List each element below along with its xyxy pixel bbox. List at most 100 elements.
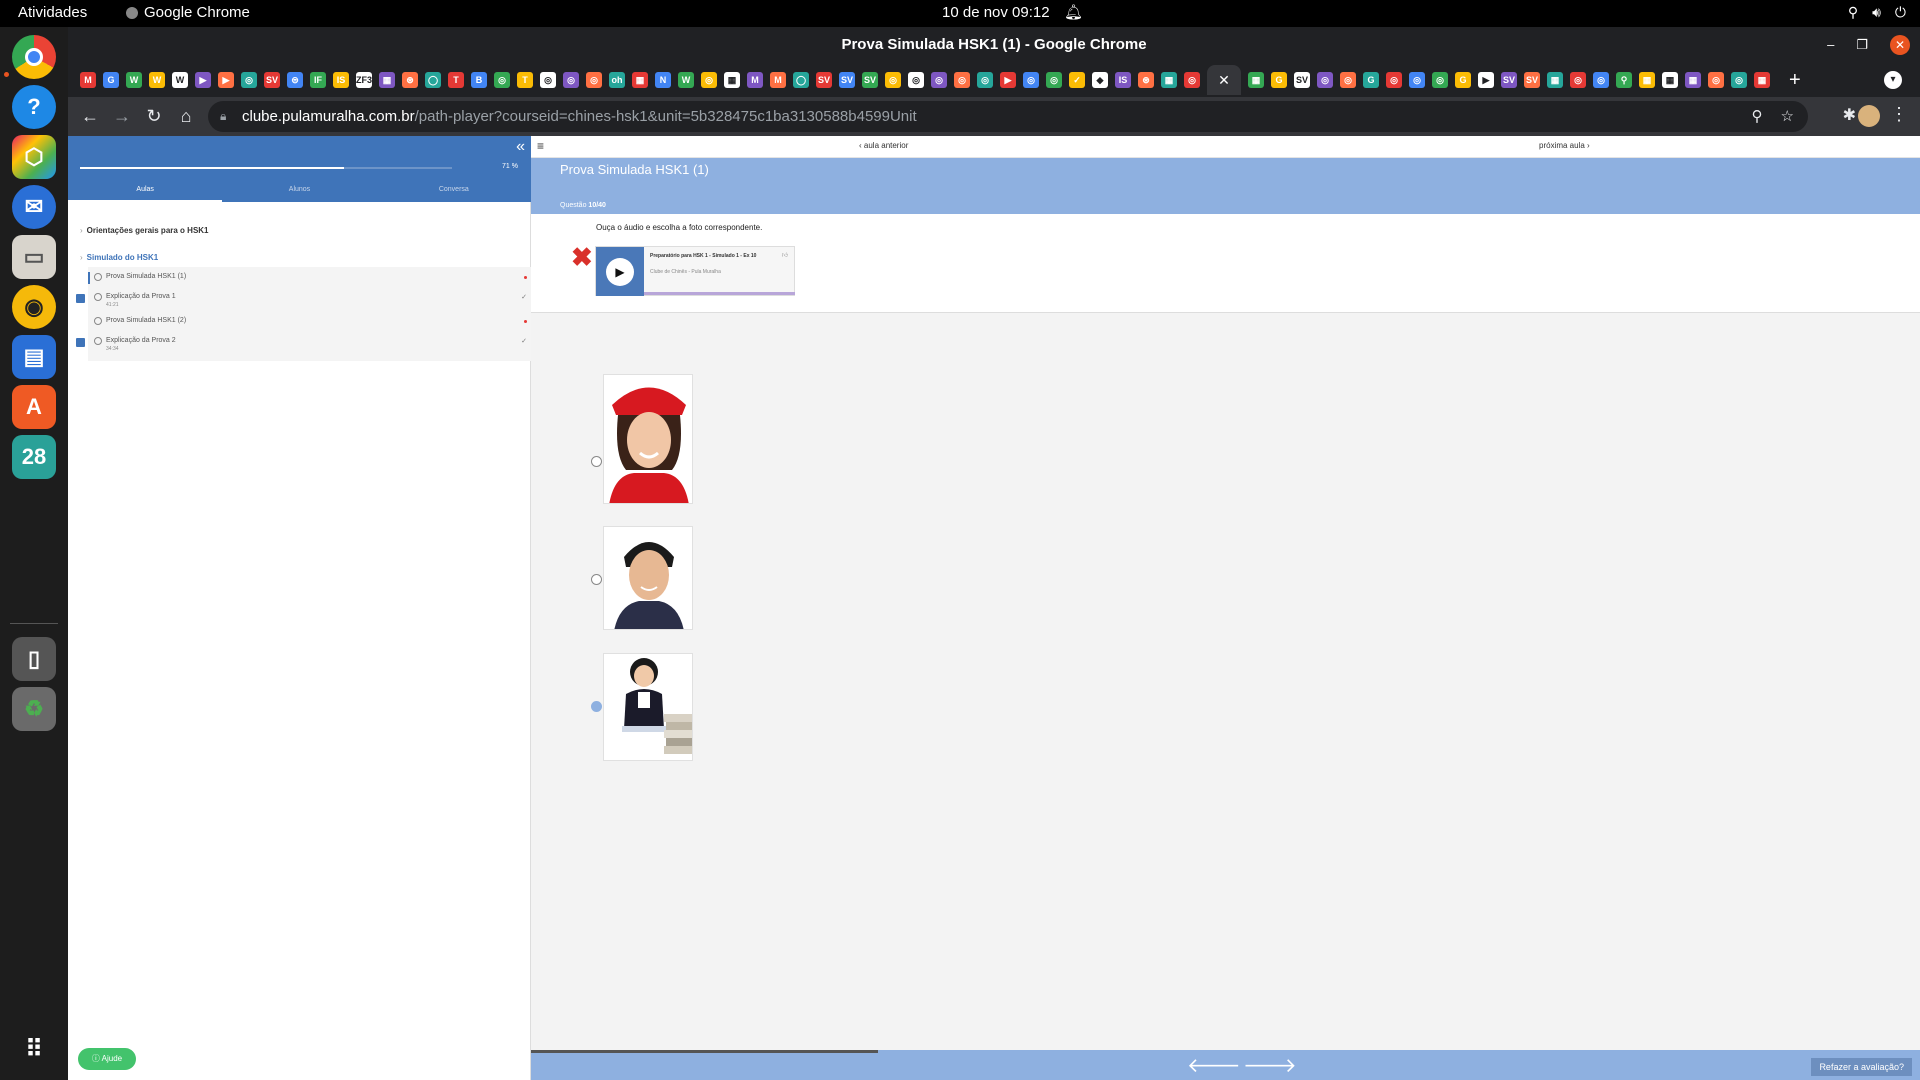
tab-favicon[interactable]: ◯ (793, 72, 809, 88)
tab-favicon[interactable]: ▶ (1000, 72, 1016, 88)
tab-favicon[interactable]: IS (1115, 72, 1131, 88)
tab-favicon[interactable]: ▶ (1478, 72, 1494, 88)
tab-favicon[interactable]: ▦ (1248, 72, 1264, 88)
play-icon[interactable]: ▶ (606, 258, 634, 286)
tab-favicon[interactable]: oh (609, 72, 625, 88)
tab-search-icon[interactable]: ▾ (1884, 71, 1902, 89)
tab-favicon[interactable]: ◎ (1409, 72, 1425, 88)
tab-favicon[interactable]: B (471, 72, 487, 88)
tab-alunos[interactable]: Alunos (222, 182, 376, 202)
tab-favicon[interactable]: IF (310, 72, 326, 88)
home-icon[interactable]: ⌂ (170, 106, 202, 127)
audio-subtitle[interactable]: Clube de Chinês - Pula Muralha (650, 269, 721, 275)
tab-favicon[interactable]: ▦ (632, 72, 648, 88)
tab-favicon[interactable]: ◎ (1708, 72, 1724, 88)
show-apps-icon[interactable]: ⠿ (12, 1027, 56, 1071)
tab-favicon[interactable]: ◎ (563, 72, 579, 88)
removable-drive-icon[interactable]: ▯ (12, 637, 56, 681)
tab-favicon[interactable]: ◎ (954, 72, 970, 88)
tab-favicon[interactable]: ◎ (1340, 72, 1356, 88)
lesson-item[interactable]: Explicação da Prova 2 34:34 ✓ (76, 336, 531, 356)
tab-favicon[interactable]: ◎ (586, 72, 602, 88)
back-icon[interactable]: ← (74, 106, 106, 127)
tab-favicon[interactable]: SV (862, 72, 878, 88)
tab-favicon[interactable]: IS (333, 72, 349, 88)
tab-favicon[interactable]: ▦ (724, 72, 740, 88)
zoom-icon[interactable]: ⚲ (1752, 101, 1763, 132)
minimize-button[interactable]: – (1827, 27, 1834, 63)
tab-favicon[interactable]: ◎ (1731, 72, 1747, 88)
reload-icon[interactable]: ↻ (138, 106, 170, 127)
completed-checkbox[interactable] (76, 338, 85, 347)
tab-favicon[interactable]: ▦ (379, 72, 395, 88)
section-orientacoes[interactable]: › Orientações gerais para o HSK1 (80, 226, 209, 235)
arrow-left-icon[interactable]: 🡐 (1187, 1053, 1241, 1078)
tab-favicon[interactable]: ◎ (701, 72, 717, 88)
option-radio[interactable] (591, 574, 602, 585)
tab-favicon[interactable]: ▦ (1662, 72, 1678, 88)
tab-favicon[interactable]: ◆ (1092, 72, 1108, 88)
tab-favicon[interactable]: M (80, 72, 96, 88)
tab-favicon[interactable]: ◎ (540, 72, 556, 88)
address-bar[interactable]: 🔒︎ clube.pulamuralha.com.br/path-player?… (208, 101, 1808, 132)
hamburger-menu-icon[interactable]: ≡ (537, 139, 544, 153)
tab-favicon[interactable]: W (149, 72, 165, 88)
cube-app-icon[interactable]: ⬡ (12, 135, 56, 179)
new-tab-icon[interactable]: + (1789, 69, 1801, 92)
tab-favicon[interactable]: ▦ (1685, 72, 1701, 88)
lesson-item[interactable]: Explicação da Prova 1 41:21 ✓ (76, 292, 531, 312)
tab-favicon[interactable]: ◎ (494, 72, 510, 88)
tab-favicon[interactable]: ◎ (1570, 72, 1586, 88)
forward-icon[interactable]: → (106, 106, 138, 127)
tab-favicon[interactable]: W (172, 72, 188, 88)
completed-checkbox[interactable] (76, 294, 85, 303)
chrome-icon[interactable] (12, 35, 56, 79)
tab-favicon[interactable]: ZF3 (356, 72, 372, 88)
tab-favicon[interactable]: ⊛ (402, 72, 418, 88)
tab-favicon[interactable]: ◯ (425, 72, 441, 88)
calendar-icon[interactable]: 28 (12, 435, 56, 479)
clock[interactable]: 10 de nov 09:12 (942, 4, 1050, 21)
lock-icon[interactable]: 🔒︎ (220, 101, 226, 132)
tab-favicon[interactable]: M (770, 72, 786, 88)
tab-favicon[interactable]: ◎ (931, 72, 947, 88)
tab-favicon[interactable]: ⚲ (1616, 72, 1632, 88)
help-icon[interactable]: ? (12, 85, 56, 129)
tab-favicon[interactable]: ◎ (241, 72, 257, 88)
previous-lesson-link[interactable]: ‹ aula anterior (859, 141, 908, 150)
bell-icon[interactable]: 🔔︎ (1064, 3, 1083, 21)
tab-favicon[interactable]: ◎ (1386, 72, 1402, 88)
tab-favicon[interactable]: ◎ (1184, 72, 1200, 88)
tab-favicon[interactable]: ✓ (1069, 72, 1085, 88)
files-icon[interactable]: ▭ (12, 235, 56, 279)
collapse-sidebar-icon[interactable]: « (516, 138, 525, 156)
close-window-button[interactable]: ✕ (1890, 35, 1910, 55)
tab-favicon[interactable]: ▦ (1754, 72, 1770, 88)
audio-waveform[interactable] (644, 292, 795, 295)
tab-favicon[interactable]: ▶ (195, 72, 211, 88)
option-radio[interactable] (591, 456, 602, 467)
tab-favicon[interactable]: SV (839, 72, 855, 88)
tab-favicon[interactable]: SV (1524, 72, 1540, 88)
tab-conversa[interactable]: Conversa (377, 182, 531, 202)
tab-favicon[interactable]: T (517, 72, 533, 88)
system-tray[interactable]: ⚲ 🔊︎ ⏻ (1848, 4, 1906, 21)
tab-favicon[interactable]: ⊜ (287, 72, 303, 88)
active-tab[interactable]: ✕ (1207, 65, 1241, 95)
maximize-button[interactable]: ❐ (1856, 27, 1868, 63)
bookmark-star-icon[interactable]: ☆ (1781, 101, 1794, 132)
tab-favicon[interactable]: T (448, 72, 464, 88)
tab-favicon[interactable]: G (1363, 72, 1379, 88)
young-man-photo[interactable] (603, 526, 693, 630)
trash-icon[interactable]: ♻ (12, 687, 56, 731)
activities-button[interactable]: Atividades (18, 4, 87, 21)
lesson-item[interactable]: Prova Simulada HSK1 (2) (88, 316, 531, 336)
tab-favicon[interactable]: ⊛ (1138, 72, 1154, 88)
profile-avatar[interactable] (1858, 105, 1880, 127)
tab-favicon[interactable]: M (747, 72, 763, 88)
tab-favicon[interactable]: ◎ (1046, 72, 1062, 88)
tab-favicon[interactable]: ◎ (1023, 72, 1039, 88)
audio-title[interactable]: Preparatório para HSK 1 - Simulado 1 - E… (650, 253, 756, 259)
tab-favicon[interactable]: ◎ (1317, 72, 1333, 88)
woman-red-hat-photo[interactable] (603, 374, 693, 504)
